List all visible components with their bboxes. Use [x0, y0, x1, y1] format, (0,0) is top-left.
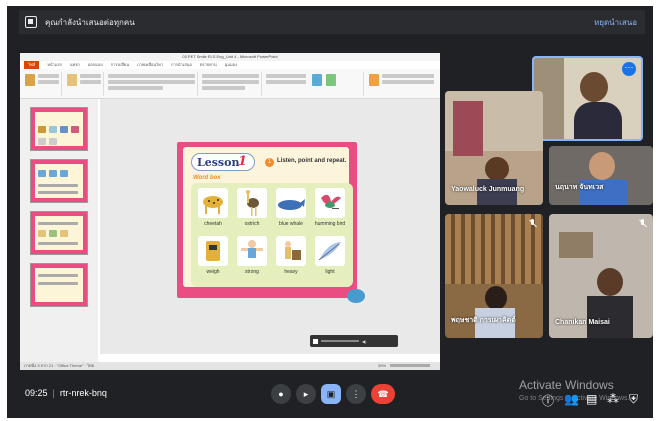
participant-name: Yaowaluck Junmuang: [451, 186, 525, 193]
ostrich-picture: [237, 188, 267, 218]
participant-tile-yaowaluck[interactable]: Yaowaluck Junmuang: [445, 91, 543, 205]
shared-screen: 03 PET Smile ELS Eng_Unit 4 - Microsoft …: [20, 53, 440, 370]
ribbon: [20, 69, 440, 99]
present-screen-icon: [25, 16, 37, 28]
ribbon-paragraph-group[interactable]: [200, 72, 262, 96]
powerpoint-status-bar: ภาพนิ่ง 3 จาก 21 · "Office Theme" · ไทย …: [20, 362, 440, 370]
participant-name: พฤษชาติ การเผาคิตต์: [451, 317, 516, 324]
meeting-code: rtr-nrek-bnq: [59, 388, 107, 398]
current-slide: Lesson 1 1 Listen, point and repeat. Wor…: [177, 142, 357, 298]
tab-home[interactable]: หน้าแรก: [47, 61, 62, 69]
strong-picture: [237, 236, 267, 266]
camera-icon: ▸: [303, 389, 309, 399]
heavy-picture: [276, 236, 306, 266]
leave-call-button[interactable]: ☎: [371, 384, 395, 404]
humming-bird-picture: [315, 188, 345, 218]
slide-canvas: Lesson 1 1 Listen, point and repeat. Wor…: [100, 99, 440, 354]
more-vert-icon: ⋮: [351, 389, 361, 399]
lesson-badge: Lesson 1: [191, 153, 255, 171]
tab-transitions[interactable]: การเปลี่ยน: [111, 61, 129, 69]
word-light: light: [325, 269, 335, 275]
participant-tile-naruenat[interactable]: นฤนาท จันทเวส: [549, 146, 653, 205]
slide-status: ภาพนิ่ง 3 จาก 21 · "Office Theme" · ไทย: [24, 363, 95, 368]
slide-thumbnail-4[interactable]: [30, 211, 88, 255]
self-video-tile[interactable]: ···: [532, 56, 643, 141]
muted-mic-icon: [638, 219, 648, 229]
presenting-text: คุณกำลังนำเสนอต่อทุกคน: [45, 17, 135, 27]
lesson-number: 1: [238, 154, 248, 169]
mic-button[interactable]: ●: [271, 384, 291, 404]
tab-design[interactable]: ออกแบบ: [88, 61, 103, 69]
weigh-picture: [198, 236, 228, 266]
powerpoint-title: 03 PET Smile ELS Eng_Unit 4 - Microsoft …: [182, 54, 278, 59]
ribbon-editing-group[interactable]: [366, 72, 436, 96]
mic-icon: ●: [278, 389, 284, 399]
slide-thumbnail-3[interactable]: [30, 159, 88, 203]
word-strong: strong: [245, 269, 259, 275]
ribbon-slides-group[interactable]: [64, 72, 104, 96]
present-button[interactable]: ▣: [321, 384, 341, 404]
media-player-bar[interactable]: ◀): [310, 335, 398, 347]
word-humming-bird: humming bird: [314, 221, 346, 227]
ribbon-font-group[interactable]: [106, 72, 198, 96]
camera-button[interactable]: ▸: [296, 384, 316, 404]
chat-icon[interactable]: ▤: [586, 392, 597, 406]
people-icon[interactable]: 👥: [564, 392, 579, 406]
tab-insert[interactable]: แทรก: [70, 61, 80, 69]
tab-review[interactable]: ตรวจทาน: [200, 61, 217, 69]
tab-animations[interactable]: ภาพเคลื่อนไหว: [137, 61, 163, 69]
ribbon-tabs: ไฟล์ หน้าแรก แทรก ออกแบบ การเปลี่ยน ภาพเ…: [20, 61, 440, 69]
more-options-icon[interactable]: ···: [622, 62, 636, 76]
meeting-info: 09:25 | rtr-nrek-bnq: [25, 388, 107, 398]
light-picture: [315, 236, 345, 266]
blue-whale-picture: [276, 188, 306, 218]
word-ostrich: ostrich: [244, 221, 260, 227]
presenting-banner: คุณกำลังนำเสนอต่อทุกคน หยุดนำเสนอ: [19, 10, 645, 34]
present-icon: ▣: [326, 389, 336, 399]
host-controls-icon[interactable]: ⛨: [629, 392, 638, 407]
word-cheetah: cheetah: [204, 221, 222, 227]
tab-file[interactable]: ไฟล์: [24, 61, 40, 69]
instruction-number: 1: [265, 158, 274, 167]
instruction-text: Listen, point and repeat.: [277, 158, 347, 164]
participant-name: Chanikan Maisai: [555, 319, 610, 326]
slide-content: Lesson 1 1 Listen, point and repeat. Wor…: [183, 147, 353, 287]
word-box-title: Word box: [193, 175, 221, 181]
cheetah-picture: [198, 188, 228, 218]
activities-icon[interactable]: ⁂: [607, 392, 619, 406]
play-icon[interactable]: [313, 338, 318, 344]
zoom-slider[interactable]: [390, 364, 430, 367]
lesson-label: Lesson: [197, 156, 240, 169]
ribbon-clipboard-group[interactable]: [22, 72, 62, 96]
word-grid: cheetah ostrich blue whale humming bird …: [191, 183, 353, 287]
participant-name: นฤนาท จันทเวส: [555, 184, 604, 191]
tab-slideshow[interactable]: การนำเสนอ: [171, 61, 192, 69]
word-heavy: heavy: [284, 269, 298, 275]
activate-windows-title: Activate Windows: [519, 378, 614, 392]
muted-mic-icon: [528, 219, 538, 229]
clock-time: 09:25: [25, 388, 48, 398]
slide-thumbnail-2[interactable]: [30, 107, 88, 151]
call-end-icon: ☎: [377, 389, 389, 399]
media-progress[interactable]: [321, 340, 359, 342]
audio-clip-icon[interactable]: [347, 289, 365, 303]
slide-thumbnail-5[interactable]: [30, 263, 88, 307]
participant-tile-pruekschat[interactable]: พฤษชาติ การเผาคิตต์: [445, 214, 543, 338]
tab-view[interactable]: มุมมอง: [225, 61, 237, 69]
word-blue-whale: blue whale: [279, 221, 303, 227]
info-icon[interactable]: ⓘ: [542, 392, 554, 409]
word-weigh: weigh: [206, 269, 220, 275]
slide-thumbnails-pane: [20, 99, 98, 362]
stop-presenting-button[interactable]: หยุดนำเสนอ: [594, 16, 637, 29]
zoom-level: 39%: [377, 363, 386, 368]
participant-tile-chanikan[interactable]: Chanikan Maisai: [549, 214, 653, 338]
ribbon-drawing-group[interactable]: [264, 72, 364, 96]
more-options-button[interactable]: ⋮: [346, 384, 366, 404]
meet-window: คุณกำลังนำเสนอต่อทุกคน หยุดนำเสนอ 03 PET…: [7, 6, 653, 418]
media-volume-icon[interactable]: ◀): [362, 339, 366, 344]
powerpoint-title-bar: 03 PET Smile ELS Eng_Unit 4 - Microsoft …: [20, 53, 440, 61]
